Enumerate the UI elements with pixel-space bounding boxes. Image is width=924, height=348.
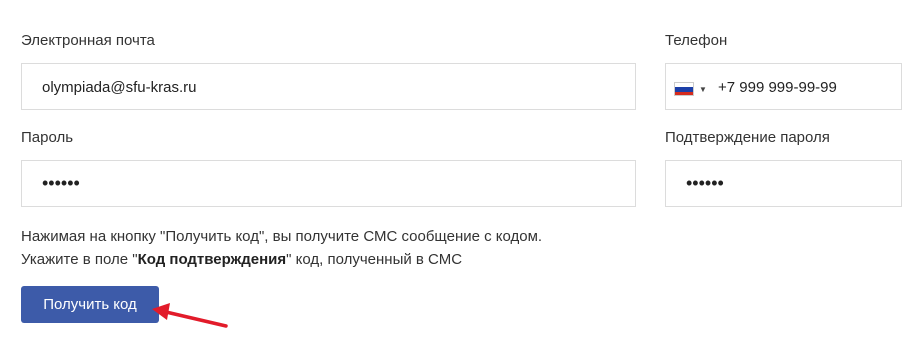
info-line-2: Укажите в поле "Код подтверждения" код, … — [21, 251, 462, 268]
info-line-1: Нажимая на кнопку "Получить код", вы пол… — [21, 228, 543, 245]
russia-flag-icon — [674, 82, 694, 96]
phone-label: Телефон — [665, 32, 728, 49]
info-line-2-prefix: Укажите в поле " — [21, 251, 138, 268]
country-selector[interactable]: ▼ — [674, 82, 712, 96]
password-label: Пароль — [21, 129, 74, 146]
password-confirm-label: Подтверждение пароля — [665, 129, 830, 146]
password-confirm-field[interactable]: •••••• — [665, 160, 902, 207]
password-field[interactable]: •••••• — [21, 160, 636, 207]
password-confirm-value: •••••• — [686, 173, 724, 193]
password-value: •••••• — [42, 173, 80, 193]
email-label: Электронная почта — [21, 32, 155, 49]
get-code-button[interactable]: Получить код — [21, 286, 159, 323]
email-value: olympiada@sfu-kras.ru — [42, 79, 197, 96]
phone-value: +7 999 999-99-99 — [718, 79, 837, 96]
caret-down-icon: ▼ — [699, 85, 707, 94]
phone-field[interactable]: ▼ +7 999 999-99-99 — [665, 63, 902, 110]
red-arrow-icon — [152, 303, 228, 328]
info-line-2-suffix: " код, полученный в СМС — [286, 251, 463, 268]
email-field[interactable]: olympiada@sfu-kras.ru — [21, 63, 636, 110]
info-line-2-bold: Код подтверждения — [137, 251, 287, 268]
